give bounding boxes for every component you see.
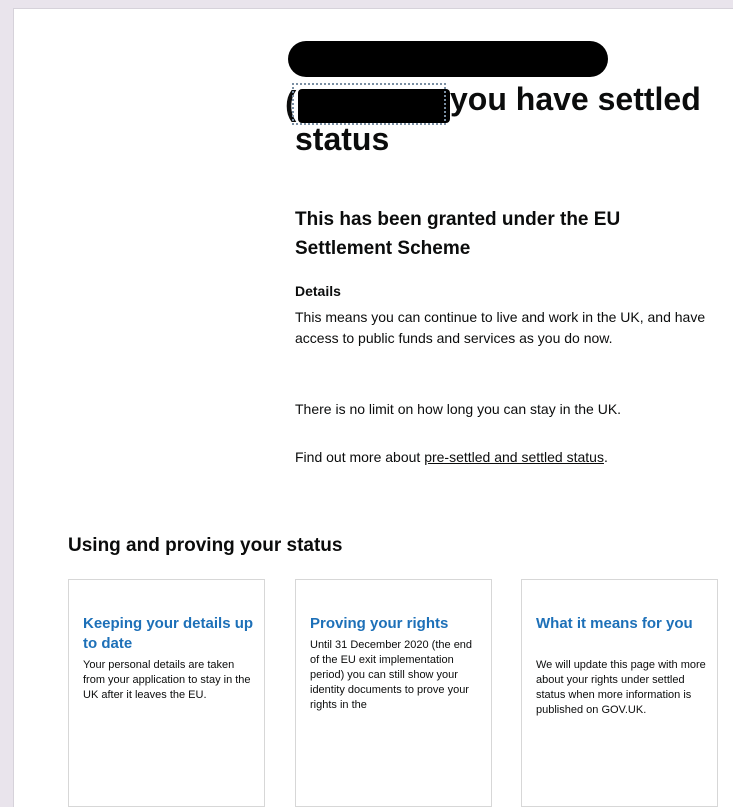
card-body: Until 31 December 2020 (the end of the E… bbox=[310, 639, 473, 711]
card-body: Your personal details are taken from you… bbox=[83, 659, 251, 701]
granted-subheading: This has been granted under the EU Settl… bbox=[295, 209, 621, 259]
details-paragraph-2: There is no limit on how long you can st… bbox=[295, 401, 622, 417]
card-body: We will update this page with more about… bbox=[536, 659, 706, 716]
section-title: Using and proving your status bbox=[68, 535, 343, 556]
card-title[interactable]: Proving your rights bbox=[310, 614, 482, 634]
card-proving-rights[interactable]: Proving your rights Until 31 December 20… bbox=[295, 579, 492, 807]
find-out-more-text: Find out more about bbox=[295, 449, 425, 465]
details-paragraph-1: This means you can continue to live and … bbox=[295, 309, 706, 346]
status-page: ( you have settled status This has been … bbox=[13, 8, 733, 807]
page-title-line-2: status bbox=[295, 121, 390, 157]
card-keeping-details[interactable]: Keeping your details up to date Your per… bbox=[68, 579, 265, 807]
card-title[interactable]: Keeping your details up to date bbox=[83, 614, 255, 654]
card-what-it-means[interactable]: What it means for you We will update thi… bbox=[521, 579, 718, 807]
card-title[interactable]: What it means for you bbox=[536, 614, 708, 634]
redaction-block bbox=[288, 41, 608, 77]
find-out-more-suffix: . bbox=[603, 449, 608, 465]
details-title: Details bbox=[295, 283, 341, 299]
focus-outline[interactable] bbox=[292, 83, 446, 125]
page-title-line-1: you have settled bbox=[450, 81, 701, 117]
settled-status-link[interactable]: pre-settled and settled status bbox=[424, 449, 604, 465]
details-paragraph-3: Find out more about pre-settled and sett… bbox=[295, 447, 715, 468]
